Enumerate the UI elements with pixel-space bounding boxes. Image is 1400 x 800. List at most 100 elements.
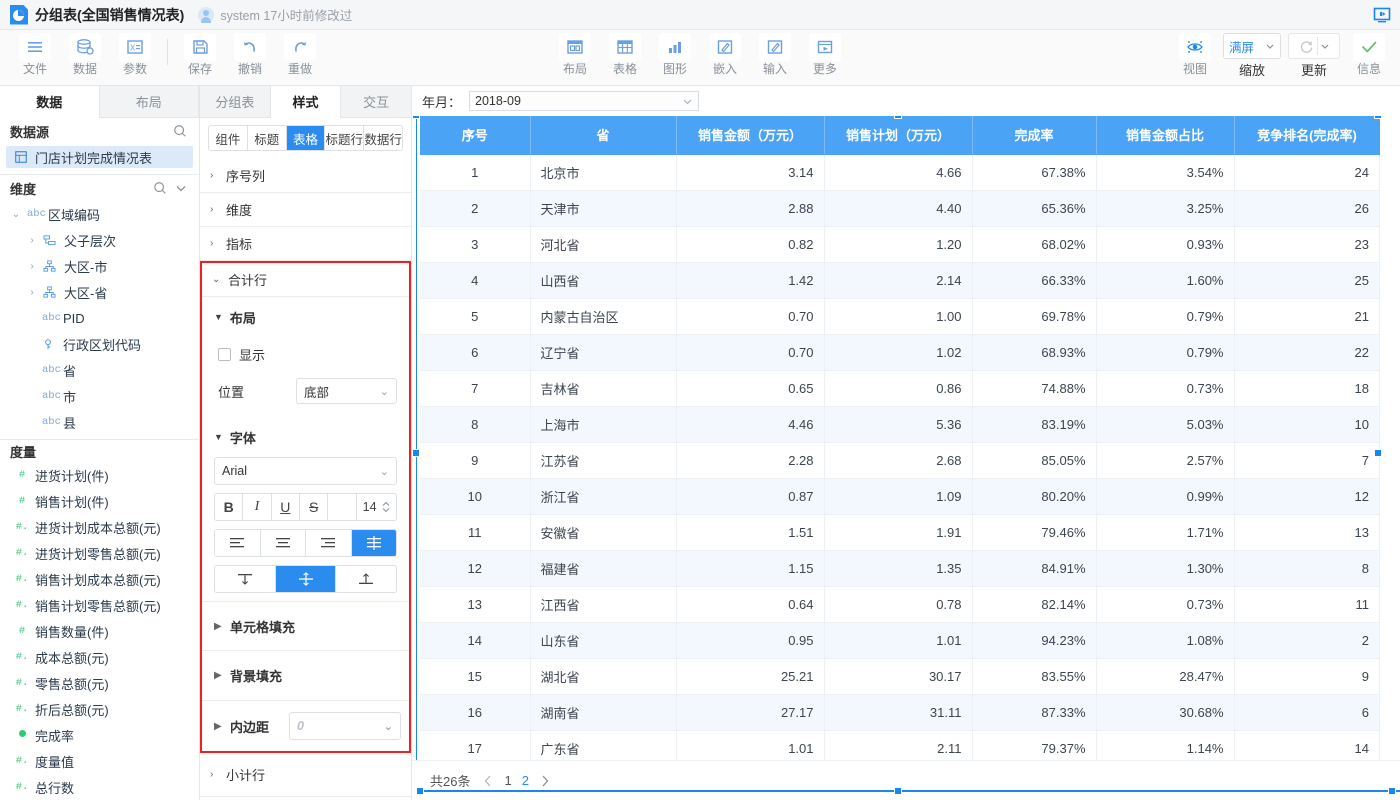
table-row[interactable]: 11 安徽省 1.51 1.91 79.46% 1.71% 13 xyxy=(420,514,1380,550)
table-button[interactable]: 表格 xyxy=(600,33,650,76)
col-header-sales-amount[interactable]: 销售金额（万元） xyxy=(676,116,824,154)
font-size-stepper[interactable]: 14 xyxy=(357,494,396,520)
measure-item-3[interactable]: #. 进货计划零售总额(元) xyxy=(0,540,199,566)
stepper-arrows-icon[interactable] xyxy=(382,500,390,514)
measure-item-0[interactable]: # 进货计划(件) xyxy=(0,462,199,488)
selection-handle-mid-right[interactable] xyxy=(1374,449,1382,457)
chart-button[interactable]: 图形 xyxy=(650,33,700,76)
table-row[interactable]: 8 上海市 4.46 5.36 83.19% 5.03% 10 xyxy=(420,406,1380,442)
tab-interaction[interactable]: 交互 xyxy=(341,86,411,117)
tree-node-province[interactable]: abc 省 xyxy=(0,357,199,383)
chevron-left-icon[interactable] xyxy=(482,774,494,788)
file-button[interactable]: 文件 xyxy=(10,33,60,76)
selection-handle-bottom-right[interactable] xyxy=(1388,787,1396,795)
table-row[interactable]: 7 吉林省 0.65 0.86 74.88% 0.73% 18 xyxy=(420,370,1380,406)
zoom-select[interactable]: 满屏 xyxy=(1223,33,1281,59)
measure-item-2[interactable]: #. 进货计划成本总额(元) xyxy=(0,514,199,540)
table-row[interactable]: 17 广东省 1.01 2.11 79.37% 1.14% 14 xyxy=(420,730,1380,760)
layout-button[interactable]: 布局 xyxy=(550,33,600,76)
tree-node-pid[interactable]: abc PID xyxy=(0,305,199,331)
tab-layout[interactable]: 布局 xyxy=(100,86,200,117)
selection-handle-bottom-left[interactable] xyxy=(416,787,424,795)
tab-data[interactable]: 数据 xyxy=(0,86,100,118)
selection-handle-mid-left[interactable] xyxy=(412,449,420,457)
dimension-collapse-icon[interactable] xyxy=(175,182,187,194)
measure-item-5[interactable]: #. 销售计划零售总额(元) xyxy=(0,592,199,618)
tree-node-region-code[interactable]: ⌄ abc 区域编码 xyxy=(0,201,199,227)
measure-item-11[interactable]: #. 度量值 xyxy=(0,748,199,774)
accordion-total-row[interactable]: ⌄ 合计行 xyxy=(202,263,409,297)
align-right-button[interactable] xyxy=(306,530,352,556)
font-color-swatch[interactable] xyxy=(328,494,356,520)
measure-item-10[interactable]: 完成率 xyxy=(0,722,199,748)
table-row[interactable]: 16 湖南省 27.17 31.11 87.33% 30.68% 6 xyxy=(420,694,1380,730)
measure-item-12[interactable]: #. 总行数 xyxy=(0,774,199,800)
tree-node-county[interactable]: abc 县 xyxy=(0,409,199,435)
col-header-competition-rank[interactable]: 竞争排名(完成率) xyxy=(1234,116,1380,154)
align-left-button[interactable] xyxy=(215,530,261,556)
valign-middle-button[interactable] xyxy=(276,566,337,592)
align-justify-button[interactable] xyxy=(352,530,397,556)
update-split-button[interactable] xyxy=(1288,33,1340,59)
redo-button[interactable]: 重做 xyxy=(275,33,325,76)
accordion-bg-fill[interactable]: ▶ 背景填充 xyxy=(202,651,409,701)
accordion-dimension[interactable]: › 维度 xyxy=(200,193,411,227)
show-checkbox-row[interactable]: 显示 xyxy=(202,337,409,371)
table-row[interactable]: 2 天津市 2.88 4.40 65.36% 3.25% 26 xyxy=(420,190,1380,226)
undo-button[interactable]: 撤销 xyxy=(225,33,275,76)
table-row[interactable]: 6 辽宁省 0.70 1.02 68.93% 0.79% 22 xyxy=(420,334,1380,370)
measure-item-6[interactable]: # 销售数量(件) xyxy=(0,618,199,644)
parameter-button[interactable]: X 参数 xyxy=(110,33,160,76)
valign-top-button[interactable] xyxy=(215,566,276,592)
accordion-cell-fill[interactable]: ▶ 单元格填充 xyxy=(202,601,409,651)
zoom-control[interactable]: 满屏 缩放 xyxy=(1220,33,1284,79)
table-row[interactable]: 9 江苏省 2.28 2.68 85.05% 2.57% 7 xyxy=(420,442,1380,478)
measure-item-9[interactable]: #. 折后总额(元) xyxy=(0,696,199,722)
accordion-subtotal-row[interactable]: › 小计行 xyxy=(200,753,411,797)
accordion-metric[interactable]: › 指标 xyxy=(200,227,411,261)
selection-handle-top-left[interactable] xyxy=(412,116,420,119)
year-month-select[interactable]: 2018-09 xyxy=(469,91,699,111)
padding-select[interactable]: 0 ⌄ xyxy=(289,712,401,740)
tree-node-parent-child[interactable]: › 父子层次 xyxy=(0,227,199,253)
more-button[interactable]: 更多 xyxy=(800,33,850,76)
position-select[interactable]: 底部 ⌄ xyxy=(296,378,397,404)
save-button[interactable]: 保存 xyxy=(175,33,225,76)
strikethrough-button[interactable]: S xyxy=(300,494,328,520)
datasource-search-icon[interactable] xyxy=(173,124,187,138)
page-1-button[interactable]: 1 xyxy=(504,773,511,788)
selection-handle-top-right[interactable] xyxy=(1374,116,1382,119)
font-subsection-header[interactable]: ▼ 字体 xyxy=(202,417,409,457)
chevron-down-icon[interactable] xyxy=(1320,41,1330,51)
show-checkbox[interactable] xyxy=(218,348,231,361)
chevron-right-icon[interactable]: › xyxy=(26,261,38,272)
table-row[interactable]: 10 浙江省 0.87 1.09 80.20% 0.99% 12 xyxy=(420,478,1380,514)
underline-button[interactable]: U xyxy=(272,494,300,520)
align-center-button[interactable] xyxy=(261,530,307,556)
datasource-item[interactable]: 门店计划完成情况表 xyxy=(6,146,193,168)
measure-item-8[interactable]: #. 零售总额(元) xyxy=(0,670,199,696)
refresh-icon[interactable] xyxy=(1298,38,1315,55)
italic-button[interactable]: I xyxy=(243,494,271,520)
measure-item-4[interactable]: #. 销售计划成本总额(元) xyxy=(0,566,199,592)
measure-item-7[interactable]: #. 成本总额(元) xyxy=(0,644,199,670)
selection-handle-bottom-mid[interactable] xyxy=(894,787,902,795)
input-button[interactable]: 输入 xyxy=(750,33,800,76)
subtab-table[interactable]: 表格 xyxy=(287,126,326,150)
dimension-search-icon[interactable] xyxy=(153,181,167,195)
table-row[interactable]: 5 内蒙古自治区 0.70 1.00 69.78% 0.79% 21 xyxy=(420,298,1380,334)
table-row[interactable]: 15 湖北省 25.21 30.17 83.55% 28.47% 9 xyxy=(420,658,1380,694)
tree-node-city[interactable]: abc 市 xyxy=(0,383,199,409)
chevron-right-icon[interactable]: › xyxy=(26,235,38,246)
present-screen-icon[interactable] xyxy=(1372,5,1392,25)
tree-node-admin-code[interactable]: 行政区划代码 xyxy=(0,331,199,357)
col-header-province[interactable]: 省 xyxy=(530,116,676,154)
valign-bottom-button[interactable] xyxy=(336,566,396,592)
table-row[interactable]: 13 江西省 0.64 0.78 82.14% 0.73% 11 xyxy=(420,586,1380,622)
tab-style[interactable]: 样式 xyxy=(271,86,342,118)
measure-item-1[interactable]: # 销售计划(件) xyxy=(0,488,199,514)
tree-node-region-province[interactable]: › 大区-省 xyxy=(0,279,199,305)
accordion-sequence-column[interactable]: › 序号列 xyxy=(200,159,411,193)
view-button[interactable]: 视图 xyxy=(1170,33,1220,76)
col-header-sales-plan[interactable]: 销售计划（万元） xyxy=(824,116,972,154)
